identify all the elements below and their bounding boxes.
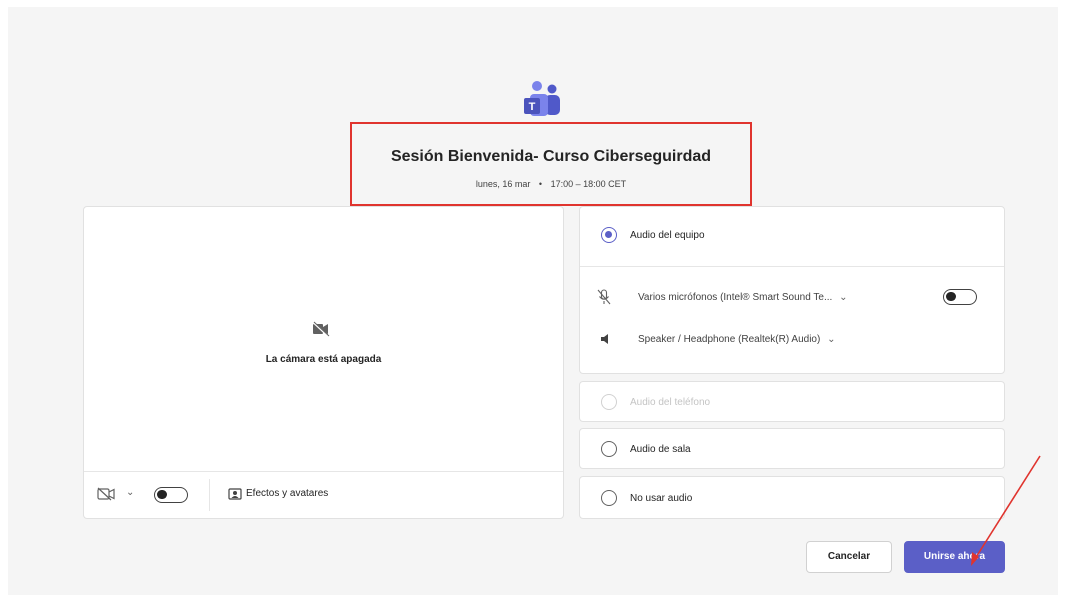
audio-computer-label: Audio del equipo	[630, 230, 705, 241]
audio-none-label: No usar audio	[630, 493, 693, 504]
join-now-button[interactable]: Unirse ahora	[904, 541, 1005, 573]
microphone-toggle[interactable]	[943, 289, 977, 305]
microphone-toggle-knob	[946, 292, 956, 301]
speaker-select[interactable]: Speaker / Headphone (Realtek(R) Audio) ⌄	[638, 334, 836, 345]
speaker-icon	[601, 334, 608, 344]
microphone-label: Varios micrófonos (Intel® Smart Sound Te…	[638, 292, 833, 303]
meeting-datetime: lunes, 16 mar • 17:00 – 18:00 CET	[352, 179, 750, 189]
camera-toggle[interactable]	[154, 487, 188, 503]
effects-button[interactable]: Efectos y avatares	[246, 488, 328, 499]
svg-text:T: T	[529, 101, 536, 113]
camera-off-icon	[312, 321, 330, 337]
divider	[209, 479, 210, 511]
teams-logo-icon: T	[524, 81, 560, 116]
meeting-title: Sesión Bienvenida- Curso Ciberseguirdad	[390, 148, 712, 165]
cancel-button[interactable]: Cancelar	[806, 541, 892, 573]
audio-room-option[interactable]: Audio de sala	[579, 428, 1005, 469]
audio-room-label: Audio de sala	[630, 444, 691, 455]
meeting-info-highlight: Sesión Bienvenida- Curso Ciberseguirdad …	[350, 122, 752, 206]
mic-off-icon	[597, 289, 611, 305]
camera-off-message: La cámara está apagada	[265, 354, 382, 365]
meeting-date: lunes, 16 mar	[475, 179, 531, 189]
audio-phone-label: Audio del teléfono	[630, 397, 711, 408]
audio-computer-panel: Audio del equipo Varios micrófonos (Inte…	[579, 206, 1005, 374]
speaker-label: Speaker / Headphone (Realtek(R) Audio)	[638, 334, 821, 345]
camera-off-icon[interactable]	[97, 487, 117, 501]
effects-icon[interactable]	[228, 488, 242, 500]
microphone-select[interactable]: Varios micrófonos (Intel® Smart Sound Te…	[638, 292, 847, 303]
meeting-time: 17:00 – 18:00 CET	[550, 179, 627, 189]
meeting-separator: •	[538, 179, 543, 189]
camera-toggle-knob	[157, 490, 167, 499]
video-preview-panel: La cámara está apagada ⌄ Efectos y avata…	[83, 206, 564, 519]
audio-none-radio[interactable]	[601, 490, 617, 506]
audio-none-option[interactable]: No usar audio	[579, 476, 1005, 519]
video-preview: La cámara está apagada	[84, 207, 563, 472]
video-controls: ⌄ Efectos y avatares	[84, 471, 563, 519]
audio-phone-radio[interactable]	[601, 394, 617, 410]
microphone-chevron-icon: ⌄	[839, 292, 848, 303]
audio-computer-radio[interactable]	[601, 227, 617, 243]
audio-room-radio[interactable]	[601, 441, 617, 457]
speaker-chevron-icon: ⌄	[827, 334, 836, 345]
camera-options-chevron-icon[interactable]: ⌄	[126, 487, 134, 498]
audio-computer-option[interactable]: Audio del equipo	[580, 207, 1004, 267]
audio-phone-option[interactable]: Audio del teléfono	[579, 381, 1005, 422]
